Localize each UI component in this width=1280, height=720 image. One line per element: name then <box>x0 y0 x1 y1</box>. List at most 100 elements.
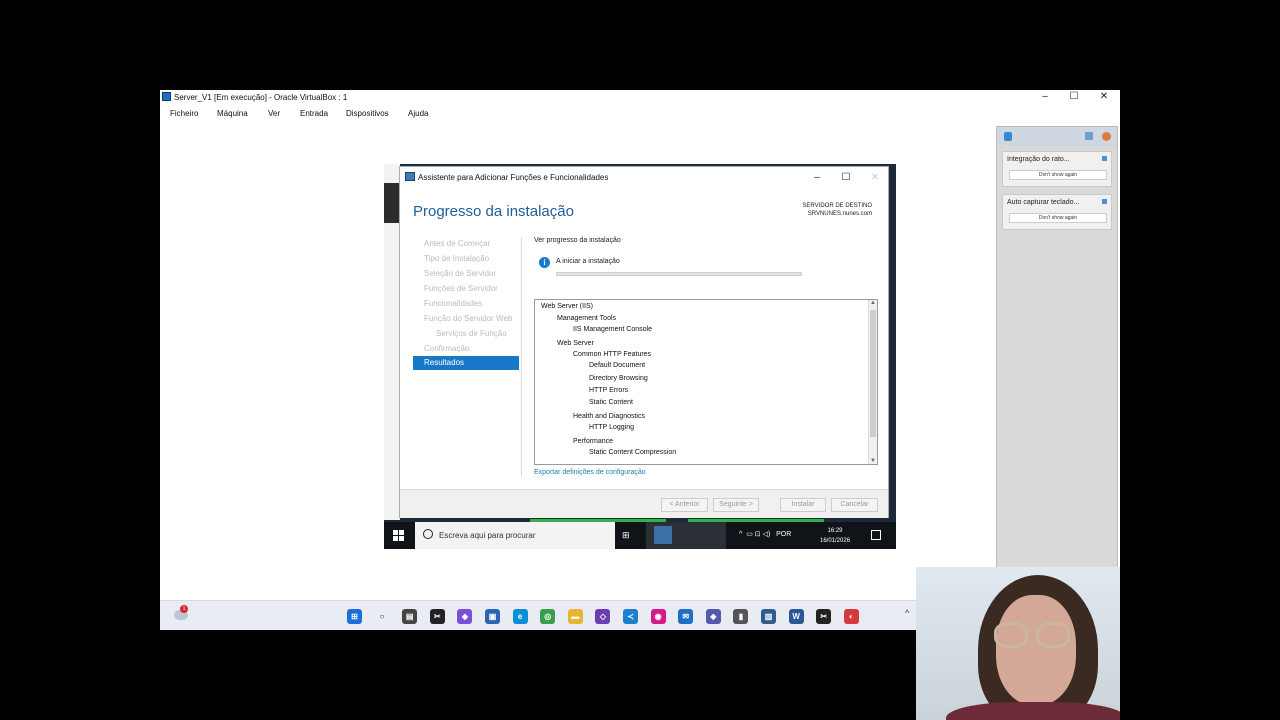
app-icon-3[interactable]: ◐ <box>843 609 859 624</box>
tree-item: Static Content Compression <box>589 449 677 456</box>
app-icon-2[interactable]: ▮ <box>733 609 749 624</box>
nav-item-funcionalidades: Funcionalidades <box>424 299 483 308</box>
person-face <box>996 595 1076 705</box>
scroll-thumb[interactable] <box>870 310 876 437</box>
windows-start-icon[interactable]: ⊞ <box>347 609 362 624</box>
features-list[interactable]: Web Server (IIS) Management Tools IIS Mana… <box>534 299 878 465</box>
notification-icon[interactable] <box>871 530 881 540</box>
glasses-left <box>994 622 1028 648</box>
tray-chevron-icon[interactable]: ^ <box>739 531 742 538</box>
guest-clock[interactable]: 16:29 16/01/2026 <box>820 526 850 546</box>
host-taskbar: 1 ⊞ ○ ▤ ✂ ◆ ▣ e ◎ ▬ ◇ ≺ ◉ ✉ ◈ ▮ ▥ W ✂ ◐ ^ <box>160 600 917 630</box>
scrollbar[interactable]: ▲ ▼ <box>868 300 877 464</box>
install-button[interactable]: Instalar <box>780 498 826 512</box>
dont-show-again-button[interactable]: Don't show again <box>1009 170 1107 180</box>
edge-icon[interactable]: e <box>512 609 528 624</box>
wizard-title: Assistente para Adicionar Funções e Func… <box>418 173 609 182</box>
wizard-close-button[interactable]: ✕ <box>860 171 890 185</box>
notification-card-keyboard: Auto capturar teclado... Don't show agai… <box>1002 194 1112 230</box>
nav-item-selecao-de-servidor: Seleção de Servidor <box>424 269 497 278</box>
scroll-up-icon[interactable]: ▲ <box>869 300 877 306</box>
menu-ficheiro[interactable]: Ficheiro <box>170 109 198 118</box>
destination-server: SERVIDOR DE DESTINO SRVNUNES.nunes.com <box>802 202 872 218</box>
next-button[interactable]: Seguinte > <box>713 498 759 512</box>
clock-time: 16:29 <box>827 528 843 534</box>
folder-icon[interactable]: ▬ <box>567 609 583 624</box>
glasses-right <box>1036 622 1070 648</box>
wizard-maximize-button[interactable]: ☐ <box>831 171 861 185</box>
chrome-icon[interactable]: ◎ <box>540 609 556 624</box>
notification-card-mouse: Integração do rato... Don't show again <box>1002 151 1112 187</box>
install-progress-bar <box>556 272 802 276</box>
notification-center: Integração do rato... Don't show again A… <box>996 126 1118 570</box>
nav-item-antes-de-comecar: Antes de Começar <box>424 239 491 248</box>
notification-badge: 1 <box>180 605 188 613</box>
export-config-link[interactable]: Exportar definições de configuração <box>534 469 646 476</box>
teams-icon[interactable]: ◈ <box>705 609 721 624</box>
menu-entrada[interactable]: Entrada <box>300 109 328 118</box>
notification-header <box>997 127 1117 147</box>
wizard-minimize-button[interactable]: – <box>802 171 832 185</box>
menu-ajuda[interactable]: Ajuda <box>408 109 428 118</box>
tree-item: Web Server <box>557 340 594 347</box>
guest-taskbar: Escreva aqui para procurar ⊞ ^ ▭ ⊡ ◁) PO… <box>384 522 896 549</box>
menu-maquina[interactable]: Máquina <box>217 109 248 118</box>
tray-chevron-icon[interactable]: ^ <box>905 608 909 618</box>
language-indicator[interactable]: POR <box>776 531 791 538</box>
tree-item: HTTP Errors <box>589 387 629 394</box>
search-icon[interactable]: ○ <box>375 609 390 624</box>
virtualbox-icon[interactable]: ▥ <box>761 609 776 624</box>
vscode-icon[interactable]: ≺ <box>623 609 638 624</box>
pin-icon[interactable] <box>1085 132 1093 140</box>
menu-dispositivos[interactable]: Dispositivos <box>346 109 389 118</box>
copilot-icon[interactable]: ◆ <box>457 609 473 624</box>
word-icon[interactable]: W <box>788 609 804 624</box>
nav-item-confirmacao: Confirmação <box>424 344 470 353</box>
tray-icons: ▭ ⊡ ◁) <box>744 531 775 538</box>
bell-icon[interactable] <box>1004 132 1012 141</box>
menu-ver[interactable]: Ver <box>268 109 280 118</box>
clock-date: 16/01/2026 <box>820 538 851 544</box>
tree-item: Health and Diagnostics <box>573 413 645 420</box>
system-tray[interactable]: ^ ▭ ⊡ ◁) POR <box>739 530 791 538</box>
windows-start-icon[interactable] <box>393 530 404 541</box>
outlook-icon[interactable]: ✉ <box>678 609 694 624</box>
guest-search-box[interactable]: Escreva aqui para procurar <box>415 522 615 549</box>
nav-item-tipo-de-instalacao: Tipo de Instalação <box>424 254 490 263</box>
visual-studio-icon[interactable]: ◇ <box>595 609 611 624</box>
search-icon <box>423 529 433 539</box>
capcut-icon-2[interactable]: ✂ <box>816 609 832 624</box>
close-icon[interactable] <box>1102 156 1107 161</box>
tree-item: Performance <box>573 438 614 445</box>
capcut-icon[interactable]: ✂ <box>429 609 445 624</box>
info-icon: i <box>539 257 550 268</box>
minimize-button[interactable]: – <box>1030 90 1060 104</box>
clear-all-icon[interactable] <box>1102 132 1111 141</box>
close-button[interactable]: ✕ <box>1089 90 1119 104</box>
nav-item-servicos-de-funcao: Serviços de Função <box>436 329 507 338</box>
server-manager-taskbar-icon[interactable] <box>654 526 672 544</box>
tree-item: Directory Browsing <box>589 375 648 382</box>
tree-item: HTTP Logging <box>589 424 635 431</box>
previous-button[interactable]: < Anterior <box>661 498 708 512</box>
person-shirt <box>946 702 1120 720</box>
install-status: A iniciar a instalação <box>556 258 620 265</box>
app-icon[interactable]: ◉ <box>650 609 666 624</box>
destination-label: SERVIDOR DE DESTINO <box>802 203 872 209</box>
tree-item: Common HTTP Features <box>573 351 652 358</box>
wizard-button-bar: < Anterior Seguinte > Instalar Cancelar <box>400 489 888 518</box>
nav-item-funcoes-de-servidor: Funções de Servidor <box>424 284 498 293</box>
dont-show-again-button[interactable]: Don't show again <box>1009 213 1107 223</box>
nav-divider <box>521 237 522 477</box>
server-manager-icon <box>405 172 415 181</box>
task-view-icon[interactable]: ⊞ <box>622 530 630 541</box>
close-icon[interactable] <box>1102 199 1107 204</box>
microsoft-store-icon[interactable]: ▣ <box>485 609 500 624</box>
search-placeholder: Escreva aqui para procurar <box>439 531 536 540</box>
scroll-down-icon[interactable]: ▼ <box>869 458 877 464</box>
maximize-button[interactable]: ☐ <box>1059 90 1089 104</box>
file-explorer-icon[interactable]: ▤ <box>402 609 418 624</box>
nav-item-resultados[interactable]: Resultados <box>413 356 519 370</box>
cancel-button[interactable]: Cancelar <box>831 498 878 512</box>
vbox-menubar: Ficheiro Máquina Ver Entrada Dispositivo… <box>160 107 1120 121</box>
